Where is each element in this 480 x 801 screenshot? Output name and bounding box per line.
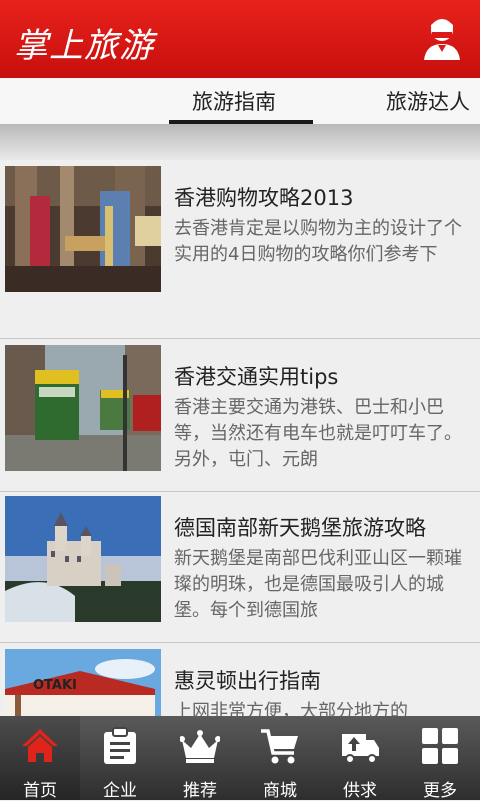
list-item[interactable]: 香港交通实用tips 香港主要交通为港铁、巴士和小巴等，当然还有电车也就是叮叮车… [0,339,480,492]
nav-label: 首页 [23,781,57,801]
article-thumbnail [5,166,161,292]
nav-label: 企业 [103,781,137,801]
user-icon[interactable] [422,16,462,60]
nav-label: 更多 [423,781,457,801]
app-title: 掌上旅游 [14,26,154,66]
article-thumbnail [5,345,161,471]
tab-bar: 旅游指南 旅游达人 [0,78,480,126]
nav-more[interactable]: 更多 [400,716,480,801]
cart-icon [261,729,298,764]
nav-mall[interactable]: 商城 [240,716,320,801]
sign-text: OTAKI [33,678,77,693]
nav-home[interactable]: 首页 [0,716,80,801]
article-thumbnail: OTAKI [5,649,161,716]
nav-label: 推荐 [183,781,217,801]
nav-label: 供求 [343,781,377,801]
truck-icon [342,734,379,764]
nav-enterprise[interactable]: 企业 [80,716,160,801]
nav-recommend[interactable]: 推荐 [160,716,240,801]
article-desc: 去香港肯定是以购物为主的设计了个实用的4日购物的攻略你们参考下 [174,218,462,265]
list-item[interactable]: 德国南部新天鹅堡旅游攻略 新天鹅堡是南部巴伐利亚山区一颗璀璨的明珠，也是德国最吸… [0,492,480,643]
nav-label: 商城 [263,781,297,801]
article-title: 德国南部新天鹅堡旅游攻略 [174,516,426,540]
crown-icon [180,730,220,763]
article-title: 惠灵顿出行指南 [174,669,321,693]
article-desc: 香港主要交通为港铁、巴士和小巴等，当然还有电车也就是叮叮车了。另外，屯门、元朗 [174,397,462,470]
list-item[interactable]: 香港购物攻略2013 去香港肯定是以购物为主的设计了个实用的4日购物的攻略你们参… [0,160,480,339]
tab-travel-guide[interactable]: 旅游指南 [192,86,276,116]
list-item[interactable]: OTAKI 惠灵顿出行指南 上网非常方便，大部分地方的 [0,643,480,716]
divider-shade [0,124,480,160]
nav-supply-demand[interactable]: 供求 [320,716,400,801]
article-title: 香港交通实用tips [174,365,339,389]
article-thumbnail [5,496,161,622]
article-desc: 上网非常方便，大部分地方的 [174,701,408,716]
clipboard-icon [104,727,136,764]
app-header: 掌上旅游 [0,0,480,78]
article-list[interactable]: 香港购物攻略2013 去香港肯定是以购物为主的设计了个实用的4日购物的攻略你们参… [0,160,480,716]
home-icon [22,729,58,762]
article-title: 香港购物攻略2013 [174,186,354,210]
bottom-nav: 首页 企业 推荐 商城 供求 更多 [0,716,480,801]
tab-travel-expert[interactable]: 旅游达人 [386,86,470,116]
article-desc: 新天鹅堡是南部巴伐利亚山区一颗璀璨的明珠，也是德国最吸引人的城堡。每个到德国旅 [174,548,462,621]
grid-icon [422,728,458,764]
